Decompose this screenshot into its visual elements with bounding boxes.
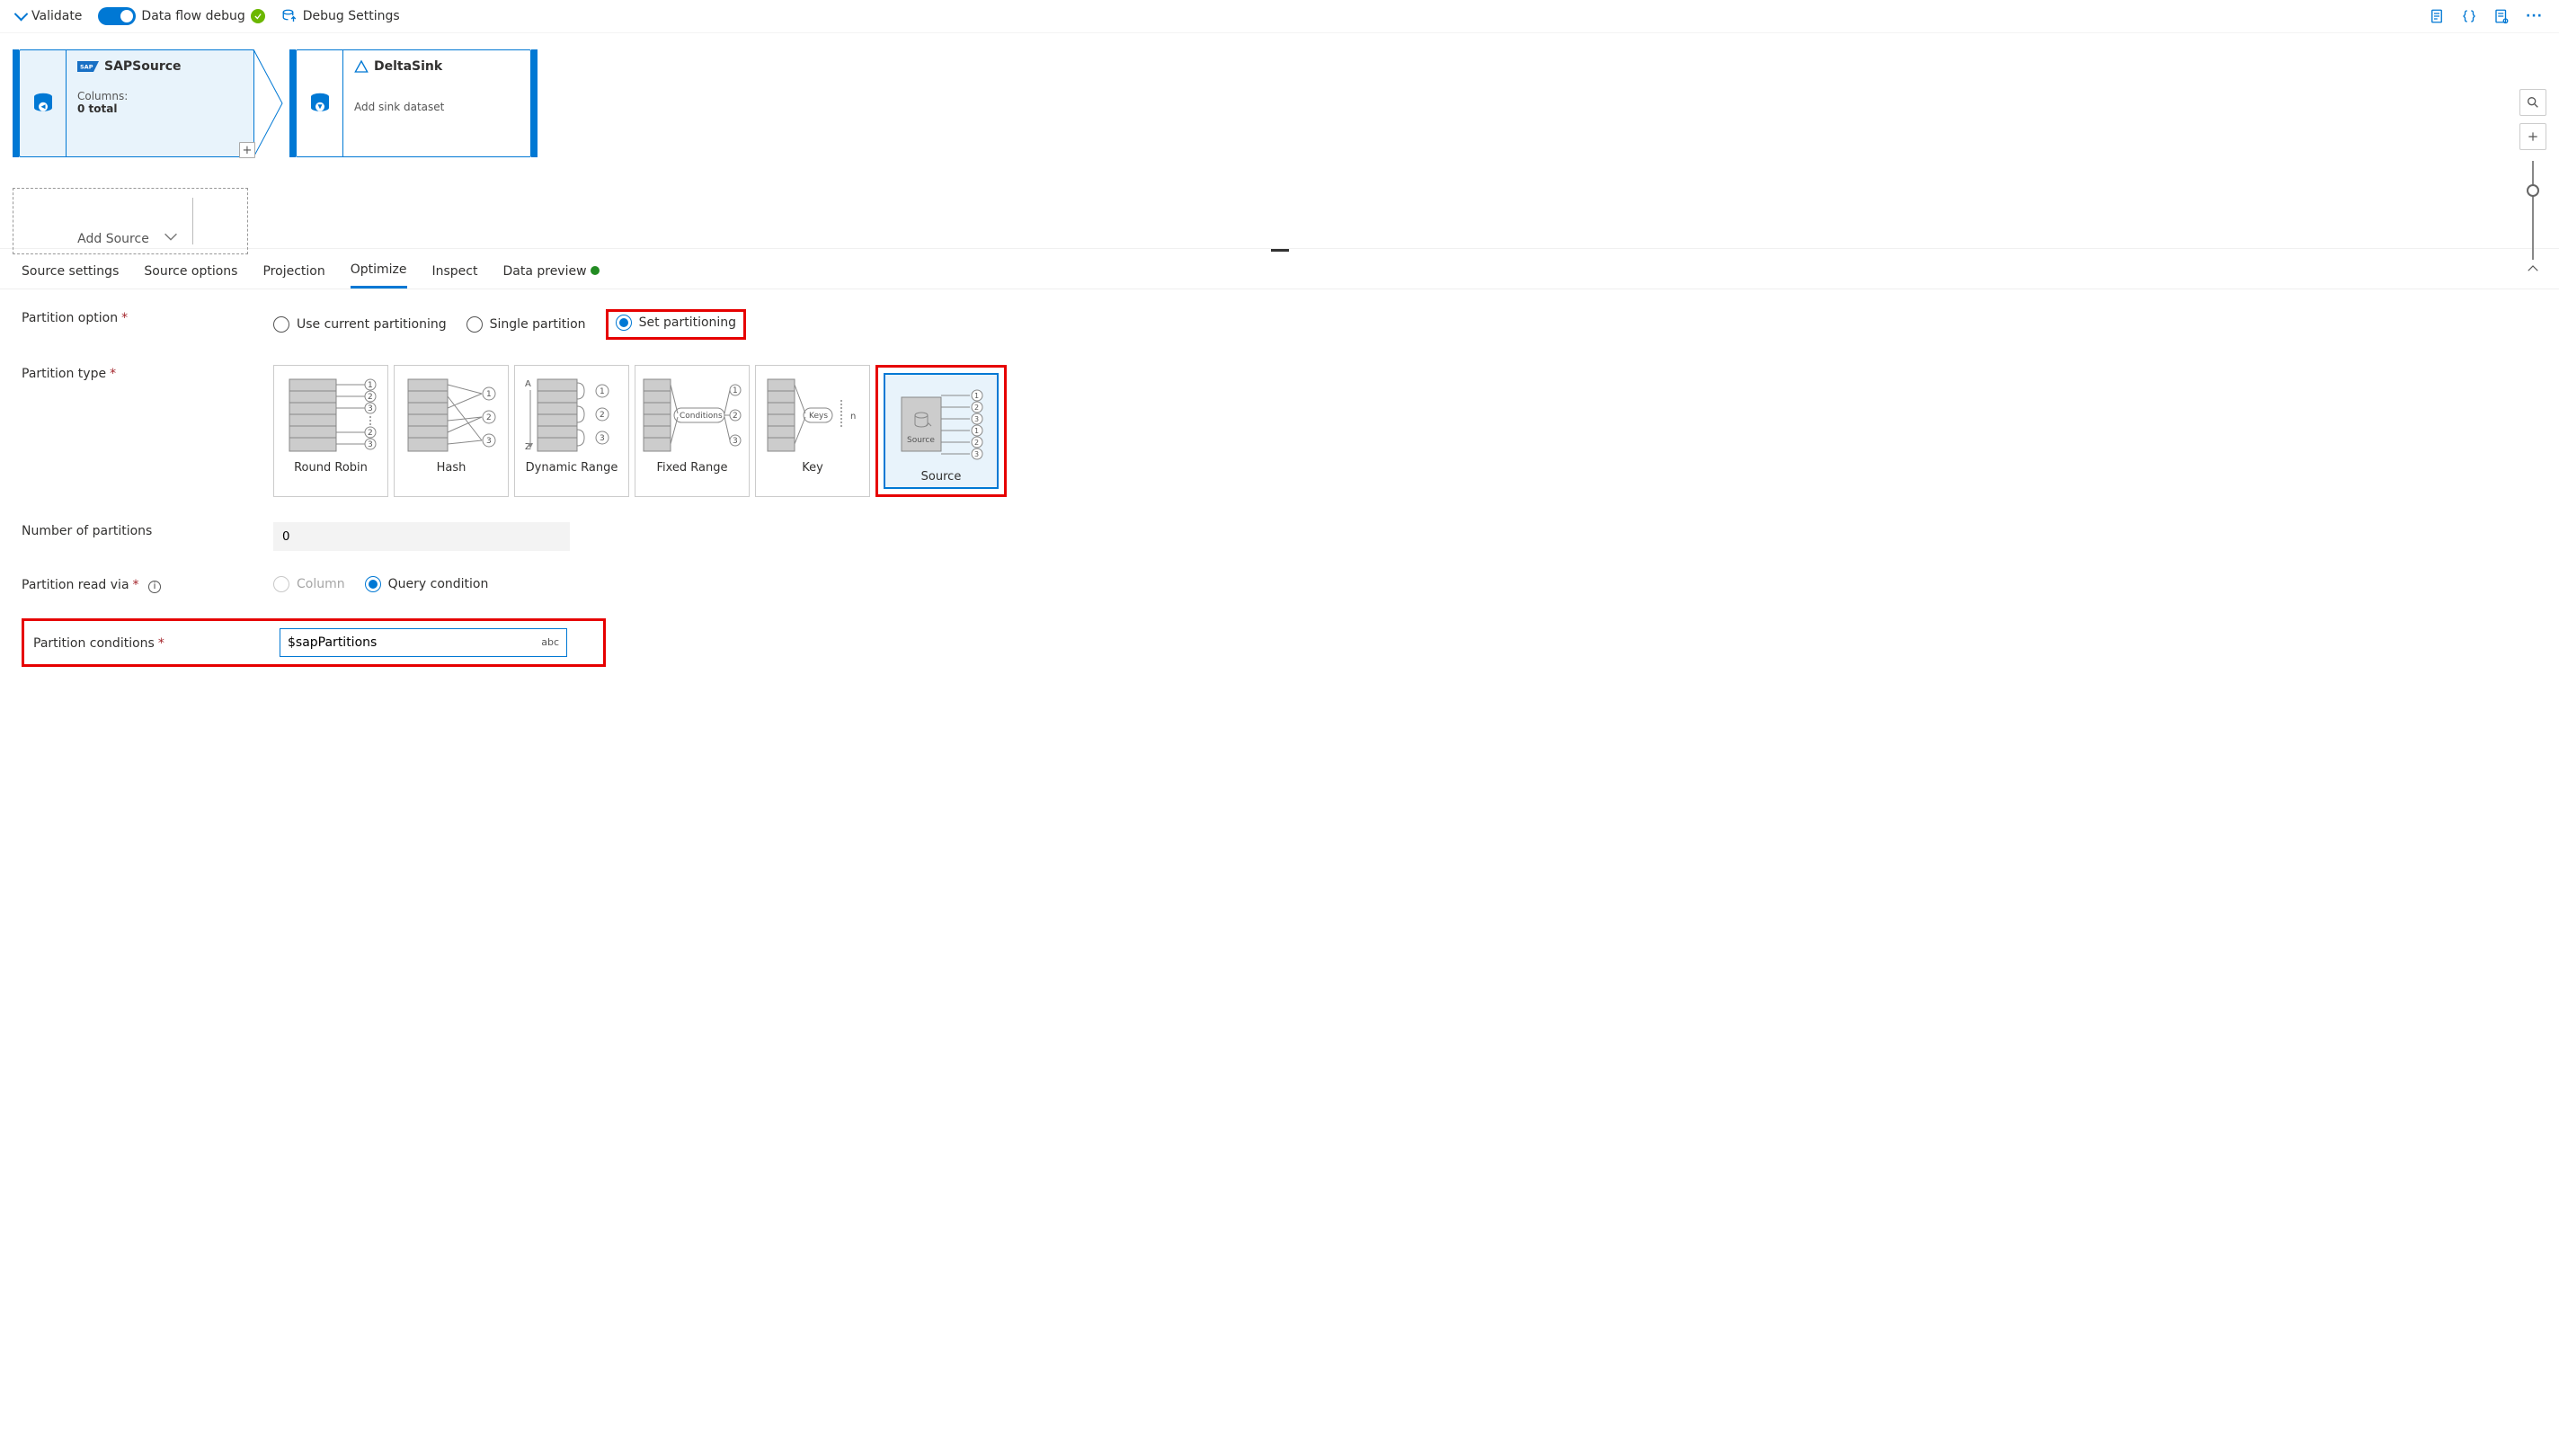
database-source-icon xyxy=(30,90,57,117)
svg-text:Source: Source xyxy=(907,436,935,445)
source-diagram-icon: Source 1 2 3 1 2 3 xyxy=(893,383,990,466)
svg-text:1: 1 xyxy=(600,387,605,396)
svg-text:3: 3 xyxy=(368,440,373,449)
add-source-placeholder[interactable]: Add Source xyxy=(13,188,248,254)
svg-text:3: 3 xyxy=(486,437,492,446)
svg-text:SAP: SAP xyxy=(80,64,93,71)
svg-text:3: 3 xyxy=(974,415,979,423)
conditions-input[interactable] xyxy=(288,635,541,650)
ptype-dynamic-range[interactable]: AZ 123 Dynamic Range xyxy=(514,365,629,497)
debug-settings-label: Debug Settings xyxy=(303,9,400,23)
script-icon[interactable] xyxy=(2429,8,2445,24)
tab-optimize[interactable]: Optimize xyxy=(351,262,407,289)
delta-icon xyxy=(354,59,369,74)
search-icon xyxy=(2526,95,2540,110)
debug-label: Data flow debug xyxy=(141,9,244,23)
dynamic-range-diagram-icon: AZ 123 xyxy=(523,374,620,457)
svg-text:2: 2 xyxy=(974,404,979,412)
columns-label: Columns: xyxy=(77,90,128,102)
tab-inspect[interactable]: Inspect xyxy=(432,264,478,288)
svg-text:Keys: Keys xyxy=(809,412,828,421)
ptype-hash[interactable]: 123 Hash xyxy=(394,365,509,497)
more-menu[interactable]: ··· xyxy=(2526,9,2543,23)
columns-value: 0 total xyxy=(77,102,243,115)
zoom-in-button[interactable] xyxy=(2519,123,2546,150)
read-via-label: Partition read via xyxy=(22,578,129,592)
tab-source-options[interactable]: Source options xyxy=(144,264,237,288)
conditions-label: Partition conditions xyxy=(33,636,155,651)
validate-label: Validate xyxy=(31,9,82,23)
radio-single[interactable]: Single partition xyxy=(466,316,586,333)
svg-text:3: 3 xyxy=(600,434,605,443)
validate-button[interactable]: Validate xyxy=(16,9,82,23)
add-step-button[interactable]: + xyxy=(239,142,255,158)
status-ok-icon xyxy=(251,9,265,23)
ptype-round-robin[interactable]: 12323 Round Robin xyxy=(273,365,388,497)
key-diagram-icon: Keys n xyxy=(764,374,861,457)
svg-text:1: 1 xyxy=(486,390,492,399)
node-sap-source[interactable]: SAP SAPSource Columns: 0 total + xyxy=(13,49,289,157)
svg-text:1: 1 xyxy=(368,381,373,390)
node-title: DeltaSink xyxy=(374,59,442,74)
tab-projection[interactable]: Projection xyxy=(262,264,324,288)
braces-icon[interactable] xyxy=(2461,8,2477,24)
sap-logo-icon: SAP xyxy=(77,60,99,73)
toggle-on-icon xyxy=(98,7,136,25)
conditions-input-wrapper[interactable]: abc xyxy=(280,628,567,657)
radio-set-partitioning[interactable]: Set partitioning xyxy=(616,315,737,331)
svg-text:3: 3 xyxy=(368,404,373,413)
data-flow-debug-toggle[interactable]: Data flow debug xyxy=(98,7,264,25)
debug-settings-icon xyxy=(281,8,298,24)
svg-text:n: n xyxy=(850,412,856,422)
node-title: SAPSource xyxy=(104,59,182,74)
round-robin-diagram-icon: 1 2 3 2 3 xyxy=(282,374,379,457)
ptype-source[interactable]: Source 1 2 3 1 2 3 Source xyxy=(884,373,999,489)
svg-text:1: 1 xyxy=(733,386,738,395)
ptype-fixed-range[interactable]: Conditions 123 Fixed Range xyxy=(635,365,750,497)
svg-text:1: 1 xyxy=(974,427,979,435)
search-button[interactable] xyxy=(2519,89,2546,116)
zoom-slider[interactable] xyxy=(2532,161,2534,260)
chevron-down-icon xyxy=(158,226,183,246)
svg-text:2: 2 xyxy=(600,411,605,420)
fixed-range-diagram-icon: Conditions 1 2 3 xyxy=(640,374,744,457)
svg-text:3: 3 xyxy=(974,450,979,458)
partition-type-label: Partition type xyxy=(22,367,106,381)
collapse-panel-button[interactable] xyxy=(2525,261,2541,277)
svg-text:2: 2 xyxy=(368,429,373,438)
sink-subtitle: Add sink dataset xyxy=(354,101,444,113)
svg-text:2: 2 xyxy=(733,412,738,421)
svg-text:2: 2 xyxy=(974,439,979,447)
plus-icon xyxy=(2527,130,2539,143)
radio-column: Column xyxy=(273,576,345,592)
database-sink-icon xyxy=(307,90,333,117)
svg-text:A: A xyxy=(525,379,531,389)
tab-source-settings[interactable]: Source settings xyxy=(22,264,119,288)
ptype-key[interactable]: Keys n Key xyxy=(755,365,870,497)
properties-icon[interactable] xyxy=(2493,8,2510,24)
connector-arrow-icon xyxy=(253,49,289,157)
num-partitions-label: Number of partitions xyxy=(22,524,152,538)
abc-tag: abc xyxy=(541,636,559,648)
svg-text:Conditions: Conditions xyxy=(680,412,723,421)
radio-use-current[interactable]: Use current partitioning xyxy=(273,316,447,333)
add-source-label: Add Source xyxy=(77,232,149,246)
num-partitions-input[interactable] xyxy=(273,522,570,551)
node-delta-sink[interactable]: DeltaSink Add sink dataset xyxy=(289,49,538,157)
svg-text:2: 2 xyxy=(368,393,373,402)
radio-query-condition[interactable]: Query condition xyxy=(365,576,489,592)
svg-text:2: 2 xyxy=(486,413,492,422)
preview-status-dot-icon xyxy=(591,266,600,275)
check-icon xyxy=(14,6,29,21)
svg-text:1: 1 xyxy=(974,392,979,400)
info-icon[interactable]: i xyxy=(148,581,161,593)
svg-text:3: 3 xyxy=(733,437,738,446)
hash-diagram-icon: 1 2 3 xyxy=(403,374,500,457)
partition-option-label: Partition option xyxy=(22,311,118,325)
tab-data-preview[interactable]: Data preview xyxy=(502,264,599,288)
debug-settings-button[interactable]: Debug Settings xyxy=(281,8,400,24)
